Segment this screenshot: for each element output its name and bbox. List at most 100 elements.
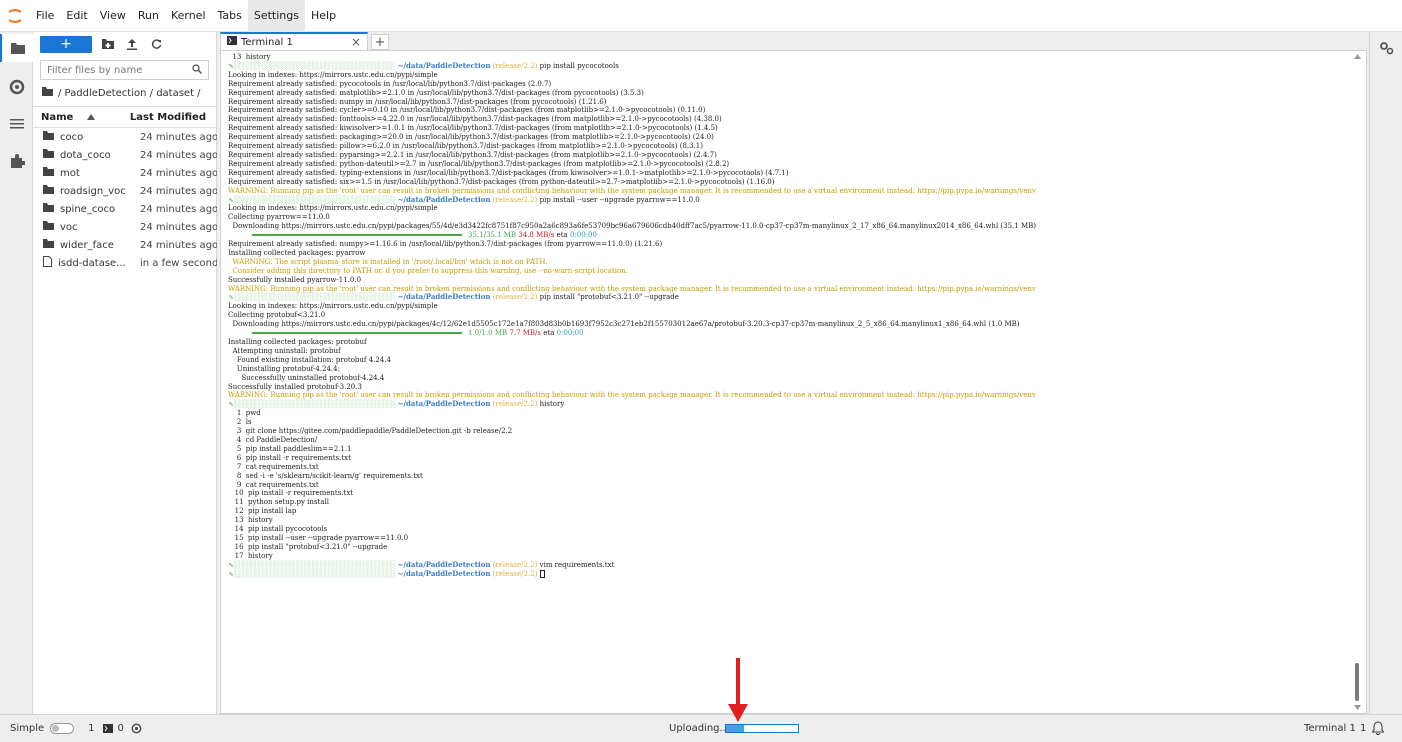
kernel-count[interactable]: 0 [118, 723, 124, 734]
terminal-line: 15 pip install --user --upgrade pyarrow=… [228, 533, 409, 542]
folder-icon [43, 221, 54, 233]
simple-mode-label: Simple [10, 723, 45, 734]
menu-view[interactable]: View [94, 0, 132, 32]
terminal-line: Requirement already satisfied: cycler>=0… [228, 106, 706, 115]
file-row[interactable]: coco 24 minutes ago [33, 128, 218, 146]
prompt-branch: (release/2.2) [492, 293, 538, 302]
sort-ascending-icon[interactable] [87, 112, 96, 123]
prompt-branch: (release/2.2) [492, 560, 538, 569]
table-of-contents-icon[interactable] [0, 110, 33, 138]
file-row[interactable]: voc 24 minutes ago [33, 218, 218, 236]
file-row[interactable]: roadsign_voc 24 minutes ago [33, 182, 218, 200]
terminal-line: Found existing installation: protobuf 4.… [228, 355, 391, 364]
file-row[interactable]: wider_face 24 minutes ago [33, 236, 218, 254]
terminal-line: Looking in indexes: https://mirrors.ustc… [228, 302, 438, 311]
add-tab-button[interactable]: + [371, 34, 389, 50]
terminal-line: WARNING: Running pip as the 'root' user … [228, 186, 1036, 195]
file-name: mot [60, 167, 80, 179]
file-row[interactable]: spine_coco 24 minutes ago [33, 200, 219, 218]
close-tab-icon[interactable]: × [351, 35, 361, 49]
menu-file[interactable]: File [30, 0, 60, 32]
bell-icon[interactable] [1371, 721, 1385, 738]
folder-icon [43, 203, 54, 215]
terminal-line: Requirement already satisfied: matplotli… [228, 88, 644, 97]
menu-tabs[interactable]: Tabs [212, 0, 248, 32]
refresh-icon[interactable] [144, 32, 168, 56]
tab-bar: Terminal 1 × + [217, 32, 1369, 50]
menu-help[interactable]: Help [305, 0, 342, 32]
prompt-command: history [539, 400, 565, 409]
file-row[interactable]: isdd-datase... in a few seconds [33, 254, 224, 272]
prompt-user-host: ⬉░░░░░░░░░░░░░░░░░░░░░░░░░░░░░░ [228, 560, 398, 569]
scroll-down-icon[interactable] [1354, 705, 1361, 710]
terminal-line: Successfully uninstalled protobuf-4.24.4 [228, 373, 385, 382]
prompt-branch: (release/2.2) [492, 400, 538, 409]
terminal-line: 4 cd PaddleDetection/ [228, 435, 318, 444]
filter-box [40, 60, 209, 80]
upload-icon[interactable] [120, 32, 144, 56]
terminal-line: Looking in indexes: https://mirrors.ustc… [228, 70, 438, 79]
new-launcher-button[interactable]: + [40, 35, 92, 53]
terminal-line: Collecting pyarrow==11.0.0 [228, 213, 330, 222]
breadcrumb-path[interactable]: / PaddleDetection / dataset / [58, 88, 201, 99]
file-icon [43, 256, 52, 270]
property-inspector-icon[interactable] [1370, 34, 1402, 62]
terminal-line: Downloading https://mirrors.ustc.edu.cn/… [228, 320, 1020, 329]
kernel-gear-icon[interactable] [131, 723, 142, 734]
terminal-panel[interactable]: 13 history ⬉░░░░░░░░░░░░░░░░░░░░░░░░░░░░░… [220, 50, 1367, 714]
left-sidebar [0, 32, 33, 714]
prompt-command: pip install --user --upgrade pyarrow==11… [539, 195, 700, 204]
terminal-line: ⬉░░░░░░░░░░░░░░░░░░░░░░░░░░░░░░ ~/data/P… [228, 569, 1350, 579]
terminal-line: 5 pip install paddleslim==2.1.1 [228, 444, 352, 453]
uploading-label: Uploading... [669, 723, 730, 734]
download-size: 35.1/35.1 MB [468, 231, 519, 240]
terminal-status-icon[interactable] [102, 724, 113, 733]
file-name: coco [60, 131, 84, 143]
menu-edit[interactable]: Edit [60, 0, 93, 32]
terminal-line: 16 pip install "protobuf<3.21.0" --upgra… [228, 542, 388, 551]
file-browser: + / PaddleDetection / dataset / Name Las… [33, 32, 224, 714]
download-speed: 34.8 MB/s [518, 231, 555, 240]
breadcrumb-folder-icon[interactable] [42, 87, 53, 99]
filter-input[interactable] [47, 64, 177, 76]
running-icon[interactable] [0, 73, 33, 101]
file-row[interactable]: dota_coco 24 minutes ago [33, 146, 218, 164]
folder-icon [43, 149, 54, 161]
folder-icon [43, 131, 54, 143]
jupyter-logo-icon[interactable] [0, 0, 30, 32]
file-modified: 24 minutes ago [140, 203, 219, 215]
terminal-line: ⬉░░░░░░░░░░░░░░░░░░░░░░░░░░░░░░ ~/data/P… [228, 195, 1350, 205]
terminal-line: 8 sed -i -e 's/sklearn/scikit-learn/g' r… [228, 471, 423, 480]
terminal-count[interactable]: 1 [88, 723, 94, 734]
scroll-thumb[interactable] [1355, 663, 1359, 701]
download-eta: 0:00:00 [556, 329, 584, 338]
terminal-line: Consider adding this directory to PATH o… [228, 266, 628, 275]
terminal-line: Requirement already satisfied: pillow>=6… [228, 142, 703, 151]
prompt-user-host: ⬉░░░░░░░░░░░░░░░░░░░░░░░░░░░░░░ [228, 569, 398, 578]
file-row[interactable]: mot 24 minutes ago [33, 164, 218, 182]
simple-mode-toggle[interactable] [50, 723, 75, 734]
column-name-header[interactable]: Name [41, 112, 73, 123]
new-folder-icon[interactable] [96, 32, 120, 56]
folder-icon[interactable] [0, 34, 33, 62]
menu-list: File Edit View Run Kernel Tabs Settings Help [30, 0, 342, 32]
status-bar: Simple 1 0 Uploading... Terminal 1 1 [0, 714, 1402, 742]
terminal-scrollbar[interactable] [1350, 51, 1366, 713]
tab-label: Terminal 1 [241, 36, 293, 48]
terminal-output[interactable]: 13 history ⬉░░░░░░░░░░░░░░░░░░░░░░░░░░░░░… [228, 53, 1350, 578]
terminal-line: Requirement already satisfied: fonttools… [228, 115, 722, 124]
column-modified-header[interactable]: Last Modified [130, 112, 216, 123]
download-size: 1.0/1.0 MB [468, 329, 510, 338]
terminal-line: Requirement already satisfied: pycocotoo… [228, 79, 552, 88]
menu-kernel[interactable]: Kernel [165, 0, 212, 32]
terminal-line: Requirement already satisfied: typing-ex… [228, 168, 789, 177]
terminal-line: 17 history [228, 551, 273, 560]
search-icon [192, 63, 202, 77]
menu-run[interactable]: Run [132, 0, 165, 32]
prompt-branch: (release/2.2) [492, 61, 538, 70]
menu-settings[interactable]: Settings [247, 0, 305, 32]
menu-bar: File Edit View Run Kernel Tabs Settings Help [0, 0, 1402, 32]
scroll-up-icon[interactable] [1354, 54, 1361, 59]
tab-terminal-1[interactable]: Terminal 1 × [220, 32, 368, 50]
extension-icon[interactable] [0, 147, 33, 175]
